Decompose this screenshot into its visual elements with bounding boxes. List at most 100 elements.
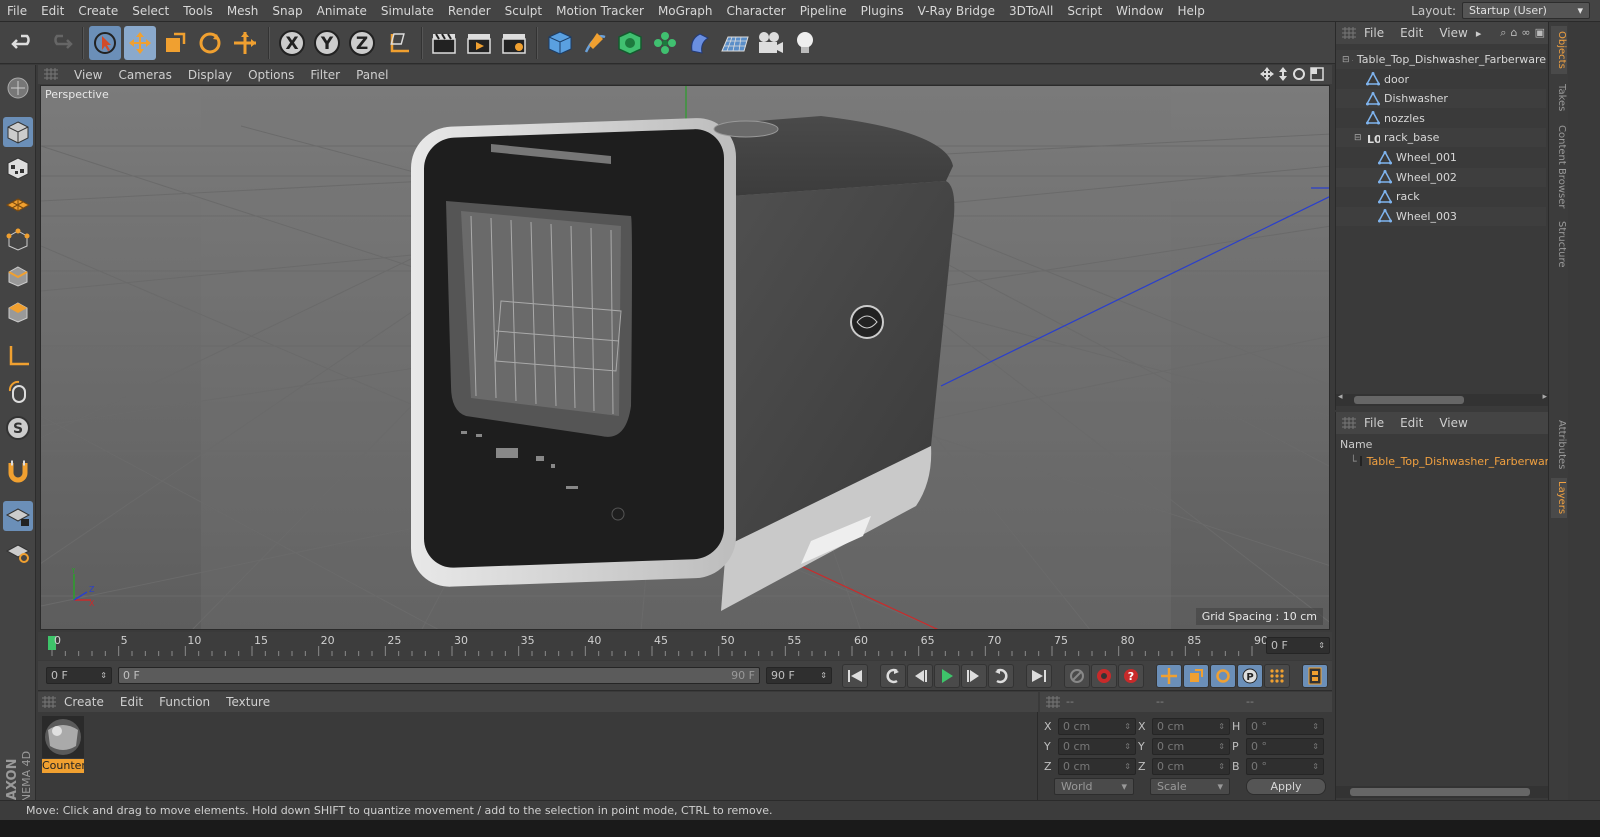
menu-script[interactable]: Script bbox=[1060, 4, 1109, 18]
viewport-menu-filter[interactable]: Filter bbox=[302, 68, 348, 82]
auto-key-button[interactable]: ? bbox=[1118, 664, 1144, 688]
light-object-button[interactable] bbox=[789, 26, 821, 60]
points-mode-button[interactable] bbox=[3, 225, 33, 255]
frame-range-slider[interactable]: 0 F 90 F bbox=[118, 667, 760, 684]
object-row[interactable]: Wheel_001 bbox=[1336, 148, 1546, 167]
menu-create[interactable]: Create bbox=[71, 4, 125, 18]
menu-window[interactable]: Window bbox=[1109, 4, 1170, 18]
tab-layers[interactable]: Layers bbox=[1551, 478, 1567, 518]
rotate-tool-button[interactable] bbox=[194, 26, 226, 60]
texture-mode-button[interactable] bbox=[3, 153, 33, 183]
axis-mode-button[interactable] bbox=[3, 341, 33, 371]
cloner-button[interactable] bbox=[649, 26, 681, 60]
size-y-field[interactable]: 0 cm ⇕ bbox=[1152, 738, 1230, 755]
key-pla-button[interactable] bbox=[1264, 664, 1290, 688]
lock-workplane-button[interactable] bbox=[3, 501, 33, 531]
y-axis-lock-button[interactable]: Y bbox=[311, 26, 343, 60]
coordinate-mode-dropdown[interactable]: Scale ▾ bbox=[1150, 778, 1230, 795]
maximize-view-icon[interactable] bbox=[1310, 67, 1324, 81]
move-tool-button[interactable] bbox=[124, 26, 156, 60]
menu-snap[interactable]: Snap bbox=[265, 4, 309, 18]
position-z-field[interactable]: 0 cm ⇕ bbox=[1058, 758, 1136, 775]
layer-menu-file[interactable]: File bbox=[1356, 416, 1392, 430]
coordinate-system-button[interactable] bbox=[383, 26, 415, 60]
position-x-field[interactable]: 0 cm ⇕ bbox=[1058, 718, 1136, 735]
z-axis-lock-button[interactable]: Z bbox=[346, 26, 378, 60]
go-to-end-button[interactable] bbox=[1026, 664, 1052, 688]
orbit-icon[interactable] bbox=[1292, 67, 1306, 81]
planar-workplane-button[interactable] bbox=[3, 537, 33, 567]
next-frame-button[interactable] bbox=[961, 664, 987, 688]
pen-tool-button[interactable] bbox=[579, 26, 611, 60]
menu-motion-tracker[interactable]: Motion Tracker bbox=[549, 4, 651, 18]
link-icon[interactable]: ∞ bbox=[1521, 26, 1530, 40]
record-button[interactable] bbox=[1091, 664, 1117, 688]
menu-file[interactable]: File bbox=[0, 4, 34, 18]
transform-tool-button[interactable] bbox=[229, 26, 261, 60]
rotation-p-field[interactable]: 0 ° ⇕ bbox=[1246, 738, 1324, 755]
key-rotation-button[interactable] bbox=[1210, 664, 1236, 688]
key-scale-button[interactable] bbox=[1183, 664, 1209, 688]
object-row[interactable]: door bbox=[1336, 69, 1546, 89]
snapping-button[interactable]: S bbox=[3, 413, 33, 443]
apply-button[interactable]: Apply bbox=[1246, 778, 1326, 795]
menu-pipeline[interactable]: Pipeline bbox=[793, 4, 854, 18]
menu-render[interactable]: Render bbox=[441, 4, 498, 18]
floor-object-button[interactable] bbox=[719, 26, 751, 60]
new-panel-icon[interactable]: ▣ bbox=[1535, 26, 1545, 40]
layer-menu-edit[interactable]: Edit bbox=[1392, 416, 1431, 430]
layer-menu-view[interactable]: View bbox=[1431, 416, 1475, 430]
live-selection-button[interactable] bbox=[89, 26, 121, 60]
cube-object-button[interactable] bbox=[544, 26, 576, 60]
make-editable-button[interactable] bbox=[3, 73, 33, 103]
layer-row[interactable]: └ Table_Top_Dishwasher_Farberware bbox=[1336, 452, 1549, 470]
menu-v-ray-bridge[interactable]: V-Ray Bridge bbox=[911, 4, 1002, 18]
menu-mograph[interactable]: MoGraph bbox=[651, 4, 720, 18]
object-menu-view[interactable]: View bbox=[1431, 26, 1475, 40]
play-button[interactable] bbox=[934, 664, 960, 688]
model-mode-button[interactable] bbox=[3, 117, 33, 147]
object-manager-scrollbar[interactable]: ◂ ▸ bbox=[1336, 392, 1549, 406]
key-parameter-button[interactable]: P bbox=[1237, 664, 1263, 688]
object-row[interactable]: rack bbox=[1336, 187, 1546, 207]
viewport-menu-options[interactable]: Options bbox=[240, 68, 302, 82]
material-menu-function[interactable]: Function bbox=[151, 695, 218, 709]
timeline-window-button[interactable] bbox=[1302, 664, 1328, 688]
camera-object-button[interactable] bbox=[754, 26, 786, 60]
tab-structure[interactable]: Structure bbox=[1551, 216, 1567, 272]
rotation-b-field[interactable]: 0 ° ⇕ bbox=[1246, 758, 1324, 775]
viewport-menu-display[interactable]: Display bbox=[180, 68, 240, 82]
object-row[interactable]: ⊟ L0 rack_base bbox=[1336, 128, 1546, 148]
render-to-picture-viewer-button[interactable] bbox=[463, 26, 495, 60]
tab-objects[interactable]: Objects bbox=[1551, 26, 1567, 74]
polygons-mode-button[interactable] bbox=[3, 297, 33, 327]
magnet-button[interactable] bbox=[3, 457, 33, 487]
range-end-field[interactable]: 90 F ⇕ bbox=[766, 667, 832, 684]
scale-tool-button[interactable] bbox=[159, 26, 191, 60]
menu-animate[interactable]: Animate bbox=[310, 4, 374, 18]
menu-plugins[interactable]: Plugins bbox=[854, 4, 911, 18]
subdivision-surface-button[interactable] bbox=[614, 26, 646, 60]
workplane-mode-button[interactable] bbox=[3, 189, 33, 219]
menu-edit[interactable]: Edit bbox=[34, 4, 71, 18]
home-icon[interactable]: ⌂ bbox=[1510, 26, 1517, 40]
go-to-start-button[interactable] bbox=[842, 664, 868, 688]
position-y-field[interactable]: 0 cm ⇕ bbox=[1058, 738, 1136, 755]
object-row[interactable]: Dishwasher bbox=[1336, 89, 1546, 109]
menu-simulate[interactable]: Simulate bbox=[374, 4, 441, 18]
material-menu-edit[interactable]: Edit bbox=[112, 695, 151, 709]
coordinate-space-dropdown[interactable]: World ▾ bbox=[1054, 778, 1134, 795]
current-frame-field[interactable]: 0 F ⇕ bbox=[46, 667, 112, 684]
perspective-viewport[interactable]: Perspective Grid Spacing : 10 cm Y Z X bbox=[40, 85, 1330, 630]
undo-button[interactable] bbox=[8, 26, 40, 60]
viewport-menu-view[interactable]: View bbox=[66, 68, 110, 82]
scrollbar-thumb[interactable] bbox=[1350, 788, 1530, 796]
tab-takes[interactable]: Takes bbox=[1551, 78, 1567, 118]
tab-content-browser[interactable]: Content Browser bbox=[1551, 122, 1567, 212]
menu-sculpt[interactable]: Sculpt bbox=[498, 4, 549, 18]
more-arrow-icon[interactable]: ▸ bbox=[1476, 27, 1482, 40]
previous-frame-button[interactable] bbox=[907, 664, 933, 688]
layer-color-swatch[interactable] bbox=[1359, 456, 1362, 466]
object-row[interactable]: Wheel_003 bbox=[1336, 206, 1546, 226]
menu-select[interactable]: Select bbox=[125, 4, 176, 18]
